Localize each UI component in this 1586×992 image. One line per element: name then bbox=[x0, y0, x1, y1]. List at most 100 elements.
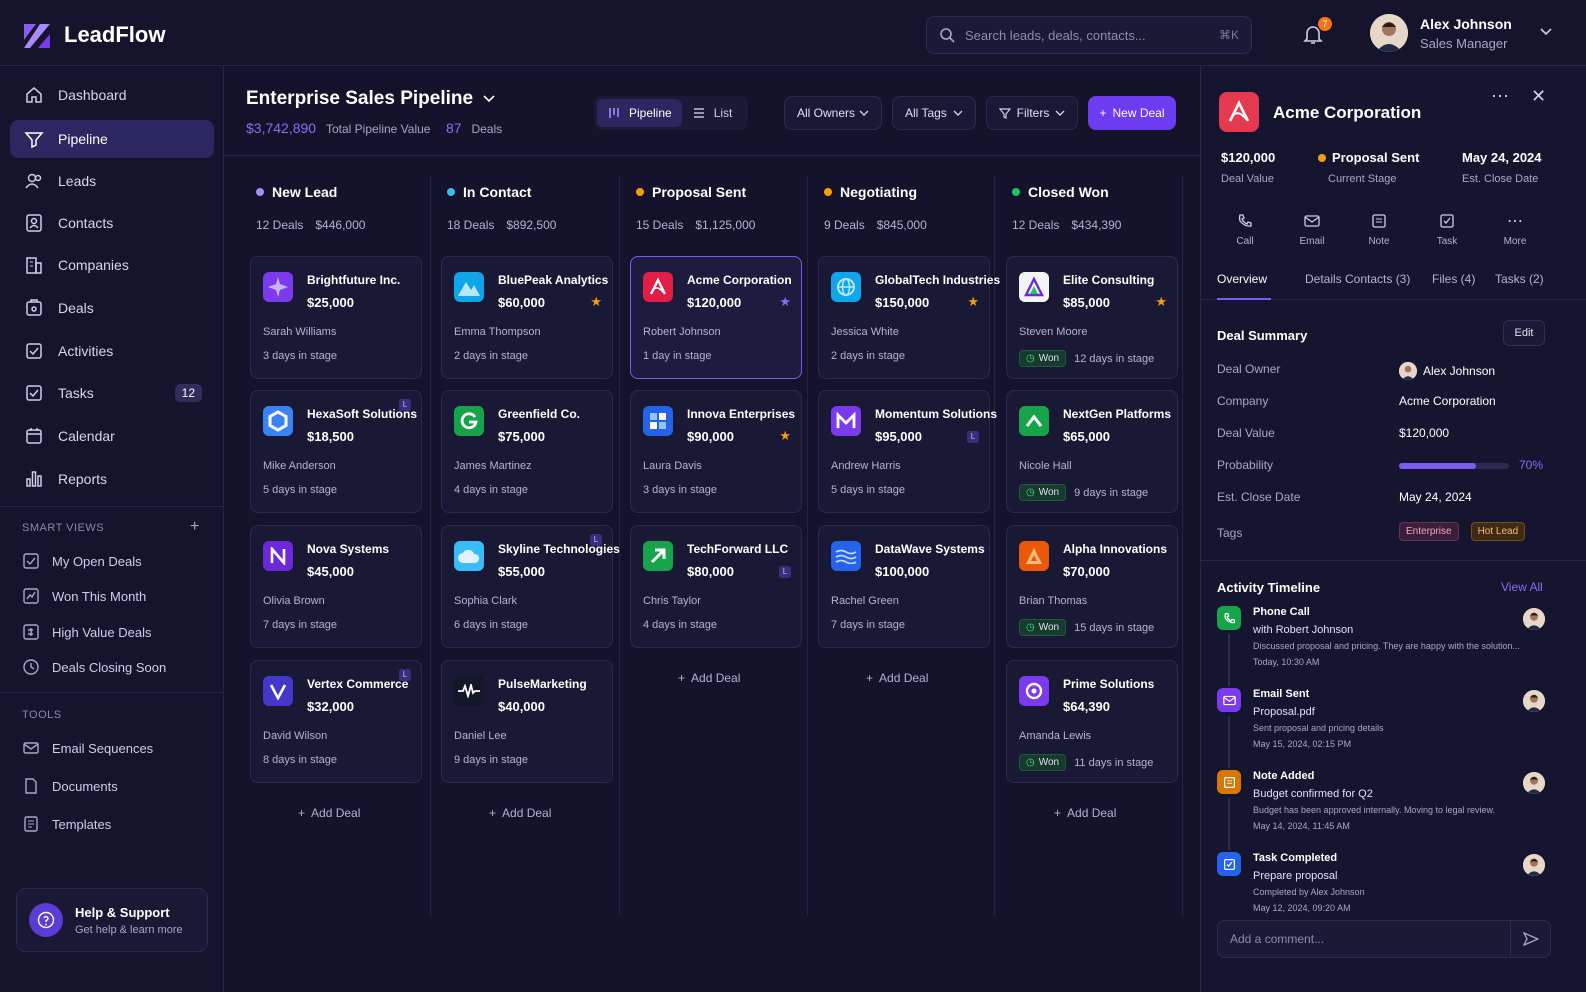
deal-company: Greenfield Co. bbox=[498, 407, 581, 421]
tag-icon: L bbox=[399, 669, 411, 681]
view-all-link[interactable]: View All bbox=[1501, 580, 1543, 594]
sidebar-item-deals[interactable]: Deals bbox=[10, 289, 214, 327]
filters-dropdown[interactable]: Filters bbox=[986, 96, 1078, 130]
deal-card[interactable]: Nova Systems $45,000 Olivia Brown 7 days in… bbox=[250, 525, 422, 648]
tab-contacts[interactable]: Contacts (3) bbox=[1345, 272, 1410, 286]
add-deal-button[interactable]: + Add Deal bbox=[298, 806, 360, 820]
deal-value: $90,000 bbox=[687, 429, 734, 444]
search-bar[interactable]: ⌘K bbox=[926, 16, 1252, 54]
star-icon[interactable]: ★ bbox=[967, 294, 979, 310]
deal-card[interactable]: Skyline Technologies $55,000 L Sophia Clark… bbox=[441, 525, 620, 648]
help-support-card[interactable]: Help & Support Get help & learn more bbox=[16, 888, 208, 952]
deal-card[interactable]: Greenfield Co. $75,000 James Martinez 4 day… bbox=[441, 390, 613, 513]
tool-templates[interactable]: Templates bbox=[22, 815, 111, 833]
tag-icon: L bbox=[399, 399, 411, 411]
deal-contact: Andrew Harris bbox=[831, 460, 901, 472]
view-pipeline-button[interactable]: Pipeline bbox=[597, 99, 682, 127]
chevron-down-icon bbox=[953, 110, 963, 116]
tab-overview[interactable]: Overview bbox=[1217, 272, 1267, 286]
chevron-down-icon[interactable] bbox=[1540, 28, 1552, 36]
star-icon[interactable]: ★ bbox=[1155, 294, 1167, 310]
tab-tasks[interactable]: Tasks (2) bbox=[1495, 272, 1544, 286]
days-in-stage: 4 days in stage bbox=[454, 484, 528, 496]
owners-dropdown[interactable]: All Owners bbox=[784, 96, 882, 130]
sidebar-item-companies[interactable]: Companies bbox=[10, 246, 214, 284]
edit-button[interactable]: Edit bbox=[1503, 320, 1545, 346]
tag-hot-lead[interactable]: Hot Lead bbox=[1470, 522, 1526, 541]
more-options-icon[interactable]: ⋯ bbox=[1491, 86, 1509, 107]
search-input[interactable] bbox=[965, 27, 1219, 43]
deal-card[interactable]: NextGen Platforms $65,000 Nicole Hall ◷ Won 9… bbox=[1006, 390, 1178, 513]
add-deal-button[interactable]: + Add Deal bbox=[489, 806, 551, 820]
new-deal-button[interactable]: + New Deal bbox=[1088, 96, 1176, 130]
tab-details[interactable]: Details bbox=[1305, 272, 1342, 286]
column-title: New Lead bbox=[272, 184, 338, 200]
pipeline-total-label: Total Pipeline Value bbox=[325, 122, 431, 136]
timeline-item[interactable]: Email Sent Proposal.pdf Sent proposal and … bbox=[1217, 688, 1567, 768]
sidebar-item-calendar[interactable]: Calendar bbox=[10, 417, 214, 455]
star-icon[interactable]: ★ bbox=[590, 294, 602, 310]
sidebar-item-pipeline[interactable]: Pipeline bbox=[10, 120, 214, 158]
deal-stage-info: 7 days in stage bbox=[831, 619, 905, 631]
view-list-button[interactable]: List bbox=[682, 99, 743, 127]
add-deal-button[interactable]: + Add Deal bbox=[1054, 806, 1116, 820]
days-in-stage: 9 days in stage bbox=[1074, 486, 1149, 499]
help-icon bbox=[29, 903, 63, 937]
close-icon[interactable]: ✕ bbox=[1531, 86, 1546, 107]
sidebar-item-dashboard[interactable]: Dashboard bbox=[10, 76, 214, 114]
timeline-item[interactable]: Phone Call with Robert Johnson Discussed p… bbox=[1217, 606, 1567, 686]
smart-view-my-open-deals[interactable]: My Open Deals bbox=[22, 552, 142, 570]
deal-card[interactable]: BluePeak Analytics $60,000 ★ Emma Thompson 2… bbox=[441, 256, 613, 379]
sidebar-item-leads[interactable]: Leads bbox=[10, 162, 214, 200]
smart-view-high-value-deals[interactable]: High Value Deals bbox=[22, 623, 151, 641]
deal-card[interactable]: Brightfuture Inc. $25,000 Sarah Williams 3 … bbox=[250, 256, 422, 379]
timeline-item[interactable]: Note Added Budget confirmed for Q2 Budget … bbox=[1217, 770, 1567, 850]
sidebar-item-reports[interactable]: Reports bbox=[10, 460, 214, 498]
deal-card[interactable]: Momentum Solutions $95,000 L Andrew Harris 5… bbox=[818, 390, 997, 513]
chevron-down-icon bbox=[483, 95, 495, 103]
sidebar-item-contacts[interactable]: Contacts bbox=[10, 204, 214, 242]
smart-views-label: SMART VIEWS bbox=[22, 522, 105, 534]
star-icon[interactable]: ★ bbox=[779, 428, 791, 444]
deal-card[interactable]: HexaSoft Solutions $18,500 L Mike Anderson 5… bbox=[250, 390, 422, 513]
deal-card[interactable]: Acme Corporation $120,000 ★ Robert Johnson 1… bbox=[630, 256, 802, 379]
smart-view-won-this-month[interactable]: Won This Month bbox=[22, 587, 146, 605]
comment-input[interactable] bbox=[1218, 932, 1510, 946]
pipeline-selector[interactable]: Enterprise Sales Pipeline bbox=[246, 88, 495, 110]
tags-dropdown[interactable]: All Tags bbox=[892, 96, 976, 130]
send-button[interactable] bbox=[1510, 921, 1550, 957]
tool-email-sequences[interactable]: Email Sequences bbox=[22, 739, 153, 757]
deal-card[interactable]: DataWave Systems $100,000 Rachel Green 7 da… bbox=[818, 525, 990, 648]
tab-files[interactable]: Files (4) bbox=[1432, 272, 1475, 286]
deal-company: Nova Systems bbox=[307, 542, 390, 556]
smart-view-deals-closing-soon[interactable]: Deals Closing Soon bbox=[22, 658, 166, 676]
deal-card[interactable]: Prime Solutions $64,390 Amanda Lewis ◷ Won 11… bbox=[1006, 660, 1178, 783]
user-menu[interactable]: Alex Johnson Sales Manager bbox=[1370, 14, 1512, 52]
deal-card[interactable]: Elite Consulting $85,000 ★ Steven Moore ◷ Won… bbox=[1006, 256, 1178, 379]
star-icon[interactable]: ★ bbox=[779, 294, 791, 310]
add-deal-button[interactable]: + Add Deal bbox=[866, 671, 928, 685]
task-action-button[interactable]: Task bbox=[1422, 210, 1472, 247]
deal-card[interactable]: Vertex Commerce $32,000 L David Wilson 8 day… bbox=[250, 660, 422, 783]
tag-enterprise[interactable]: Enterprise bbox=[1399, 522, 1459, 541]
timeline-connector bbox=[1228, 716, 1230, 768]
activity-timeline-title: Activity Timeline bbox=[1217, 580, 1321, 595]
sidebar-item-activities[interactable]: Activities bbox=[10, 332, 214, 370]
deal-card[interactable]: GlobalTech Industries $150,000 ★ Jessica Wh… bbox=[818, 256, 1000, 379]
more-action-button[interactable]: ⋯ More bbox=[1490, 210, 1540, 247]
deal-card[interactable]: TechForward LLC $80,000 L Chris Taylor 4 day… bbox=[630, 525, 802, 648]
call-action-button[interactable]: Call bbox=[1220, 210, 1270, 247]
sidebar-item-tasks[interactable]: Tasks 12 bbox=[10, 374, 214, 412]
add-deal-button[interactable]: + Add Deal bbox=[678, 671, 740, 685]
timeline-time: May 14, 2024, 11:45 AM bbox=[1253, 821, 1350, 831]
note-action-button[interactable]: Note bbox=[1354, 210, 1404, 247]
deal-card[interactable]: PulseMarketing $40,000 Daniel Lee 9 days in… bbox=[441, 660, 613, 783]
column-value: $892,500 bbox=[506, 218, 557, 232]
deal-card[interactable]: Innova Enterprises $90,000 ★ Laura Davis 3 d… bbox=[630, 390, 802, 513]
add-smart-view-icon[interactable]: + bbox=[190, 518, 199, 536]
brand[interactable]: LeadFlow bbox=[22, 20, 165, 50]
hexagon-logo-icon bbox=[263, 406, 293, 436]
deal-card[interactable]: Alpha Innovations $70,000 Brian Thomas ◷ Won… bbox=[1006, 525, 1178, 648]
tool-documents[interactable]: Documents bbox=[22, 777, 118, 795]
email-action-button[interactable]: Email bbox=[1287, 210, 1337, 247]
